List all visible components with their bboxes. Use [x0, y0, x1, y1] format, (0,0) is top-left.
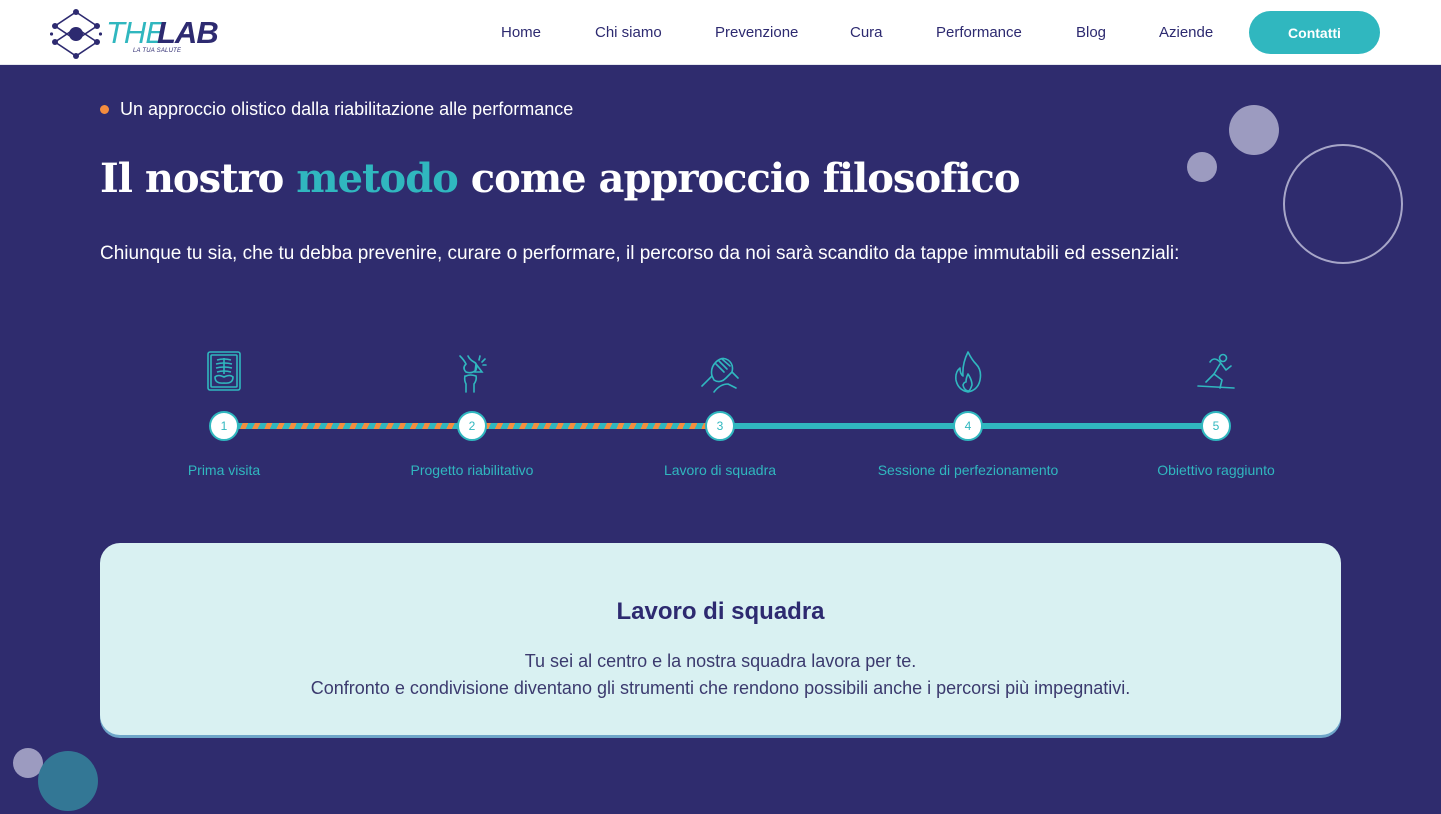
- nav-blog[interactable]: Blog: [1076, 24, 1106, 41]
- knee-joint-icon: [459, 355, 487, 393]
- eyebrow-text: Un approccio olistico dalla riabilitazio…: [120, 99, 574, 119]
- step-node-1[interactable]: 1: [209, 411, 239, 441]
- nav-chi-siamo[interactable]: Chi siamo: [595, 24, 662, 41]
- nav-performance[interactable]: Performance: [936, 24, 1022, 41]
- contatti-button[interactable]: Contatti: [1249, 11, 1380, 54]
- decor-circle-large-filled: [1229, 105, 1279, 155]
- title-part-1: Il nostro: [100, 155, 297, 202]
- title-part-2: come approccio filosofico: [457, 155, 1021, 202]
- step-label-2: Progetto riabilitativo: [410, 462, 534, 478]
- flame-icon: [955, 351, 982, 393]
- step-node-2[interactable]: 2: [457, 411, 487, 441]
- handshake-icon: [701, 357, 739, 393]
- logo[interactable]: THE LAB LA TUA SALUTE: [50, 9, 220, 59]
- logo-tagline: LA TUA SALUTE: [133, 48, 182, 54]
- nav-aziende[interactable]: Aziende: [1159, 24, 1213, 41]
- nav-cura[interactable]: Cura: [850, 24, 883, 41]
- decor-circle-bottom-teal: [38, 751, 98, 811]
- xray-icon: [207, 351, 241, 391]
- step-label-4: Sessione di perfezionamento: [877, 462, 1059, 478]
- bullet-dot-icon: [100, 105, 109, 114]
- card-title: Lavoro di squadra: [616, 598, 825, 625]
- page-title: Il nostro metodo come approccio filosofi…: [100, 155, 1021, 202]
- step-detail-card: Lavoro di squadra Tu sei al centro e la …: [100, 543, 1341, 735]
- card-text-line-1: Tu sei al centro e la nostra squadra lav…: [524, 651, 917, 671]
- logo-text-lab: LAB: [157, 15, 219, 50]
- step-node-3[interactable]: 3: [705, 411, 735, 441]
- eyebrow: Un approccio olistico dalla riabilitazio…: [100, 99, 573, 120]
- step-node-5[interactable]: 5: [1201, 411, 1231, 441]
- step-label-1: Prima visita: [187, 462, 261, 478]
- step-label-5: Obiettivo raggiunto: [1157, 462, 1275, 478]
- site-header: THE LAB LA TUA SALUTE Home Chi siamo Pre…: [0, 0, 1441, 65]
- step-label-3: Lavoro di squadra: [663, 462, 777, 478]
- nav-prevenzione[interactable]: Prevenzione: [715, 24, 798, 41]
- decor-circle-small-filled: [1187, 152, 1217, 182]
- runner-icon: [1197, 353, 1235, 389]
- card-text-line-2: Confronto e condivisione diventano gli s…: [310, 678, 1131, 698]
- logo-molecule-icon: [50, 9, 102, 59]
- nav-home[interactable]: Home: [501, 24, 541, 41]
- method-timeline: 1 Prima visita 2 Progetto riabilitativo: [0, 340, 1441, 490]
- decor-circle-outline: [1283, 144, 1403, 264]
- title-accent: metodo: [296, 155, 459, 202]
- intro-text: Chiunque tu sia, che tu debba prevenire,…: [100, 243, 1180, 264]
- step-node-4[interactable]: 4: [953, 411, 983, 441]
